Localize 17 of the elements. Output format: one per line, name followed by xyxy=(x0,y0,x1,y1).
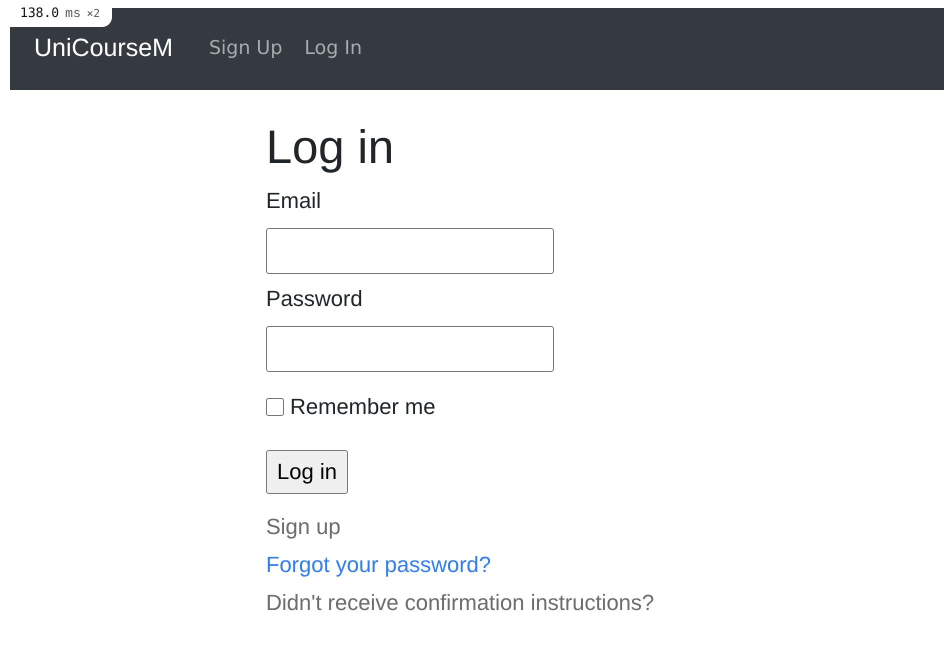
field-label: Email xyxy=(266,187,322,215)
input-field[interactable] xyxy=(266,326,554,372)
brand-link[interactable]: UniCourseM xyxy=(34,34,173,62)
checkbox[interactable] xyxy=(266,398,284,416)
nav-link[interactable]: Sign Up xyxy=(208,34,282,62)
timing-multiplier: ×2 xyxy=(86,7,100,20)
login-button[interactable]: Log in xyxy=(266,450,348,494)
nav-link[interactable]: Log In xyxy=(304,34,362,62)
timing-unit: ms xyxy=(65,6,81,21)
input-field[interactable] xyxy=(266,228,554,274)
link[interactable]: Sign up xyxy=(266,508,341,546)
link[interactable]: Forgot your password? xyxy=(266,546,491,584)
checkbox-label: Remember me xyxy=(290,394,436,420)
page-title: Log in xyxy=(266,119,394,175)
timing-value: 138.0 xyxy=(20,6,60,21)
field-label: Password xyxy=(266,285,363,313)
link[interactable]: Didn't receive confirmation instructions? xyxy=(266,584,654,622)
